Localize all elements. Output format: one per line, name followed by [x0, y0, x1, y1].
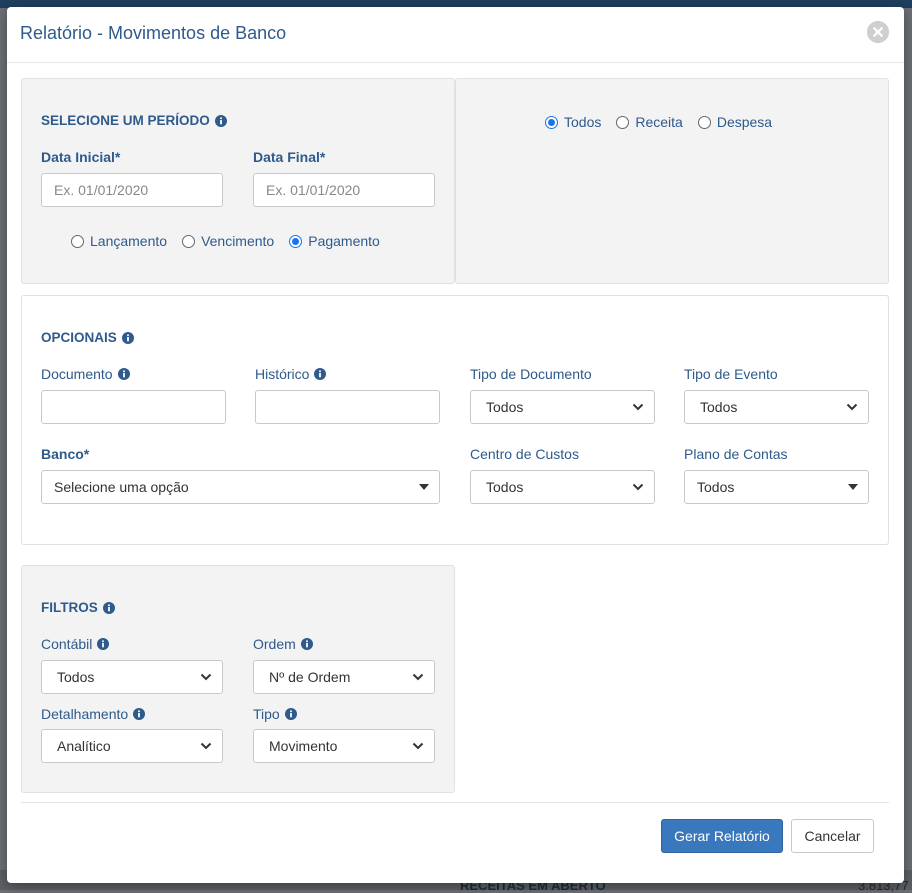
chevron-down-icon	[632, 403, 644, 411]
type-label: Tipo	[253, 706, 297, 722]
document-label: Documento	[41, 366, 130, 382]
optional-section-title: OPCIONAIS	[41, 330, 134, 345]
radio-button-selected[interactable]	[545, 115, 558, 129]
document-type-select[interactable]: Todos	[470, 390, 655, 424]
document-type-label: Tipo de Documento	[470, 366, 592, 382]
radio-label: Receita	[635, 114, 683, 130]
select-value: Todos	[700, 399, 738, 415]
radio-label: Lançamento	[90, 233, 168, 249]
modal-title: Relatório - Movimentos de Banco	[20, 23, 287, 43]
start-date-input[interactable]	[41, 173, 223, 207]
radio-button[interactable]	[616, 115, 630, 129]
report-modal: Relatório - Movimentos de Banco SELECION…	[7, 7, 904, 883]
modal-header: Relatório - Movimentos de Banco	[7, 7, 904, 63]
cost-center-label: Centro de Custos	[470, 446, 579, 462]
radio-pagamento[interactable]: Pagamento	[289, 233, 380, 249]
chart-of-accounts-select[interactable]: Todos	[684, 470, 869, 504]
order-select[interactable]: Nº de Ordem	[253, 660, 435, 694]
chevron-down-icon	[412, 673, 424, 681]
period-title-text: SELECIONE UM PERÍODO	[41, 113, 210, 128]
radio-receita[interactable]: Receita	[616, 114, 683, 130]
accounting-label-text: Contábil	[41, 636, 93, 652]
radio-label: Todos	[564, 114, 602, 130]
close-circle-icon	[867, 21, 889, 43]
radio-todos[interactable]: Todos	[545, 114, 601, 130]
radio-despesa[interactable]: Despesa	[697, 114, 773, 130]
radio-button[interactable]	[71, 234, 84, 248]
caret-down-icon	[848, 484, 858, 490]
type-select[interactable]: Movimento	[253, 729, 435, 763]
history-label: Histórico	[255, 366, 327, 382]
select-value: Todos	[697, 479, 735, 495]
event-type-select[interactable]: Todos	[684, 390, 869, 424]
chart-of-accounts-label: Plano de Contas	[684, 446, 788, 462]
select-value: Todos	[486, 399, 524, 415]
document-label-text: Documento	[41, 366, 113, 382]
filters-section-title: FILTROS	[41, 600, 115, 615]
radio-label: Vencimento	[201, 233, 275, 249]
end-date-input[interactable]	[253, 173, 435, 207]
chevron-down-icon	[200, 673, 212, 681]
select-value: Movimento	[269, 738, 338, 754]
select-value: Todos	[57, 669, 95, 685]
period-panel: SELECIONE UM PERÍODO Data Inicial* Data …	[21, 78, 455, 284]
date-type-radio-group: Lançamento Vencimento Pagamento	[71, 233, 395, 249]
history-input[interactable]	[255, 390, 440, 424]
detail-select[interactable]: Analítico	[41, 729, 223, 763]
bank-select[interactable]: Selecione uma opção	[41, 470, 440, 504]
end-date-label: Data Final*	[253, 149, 326, 165]
optional-panel: OPCIONAIS Documento Histórico Tipo de Do…	[21, 295, 889, 545]
info-icon	[97, 638, 110, 650]
radio-vencimento[interactable]: Vencimento	[182, 233, 274, 249]
radio-button[interactable]	[697, 115, 711, 129]
start-date-label: Data Inicial*	[41, 149, 121, 165]
generate-report-button[interactable]: Gerar Relatório	[661, 819, 783, 853]
info-icon	[121, 331, 134, 344]
info-icon	[284, 708, 297, 720]
filters-title-text: FILTROS	[41, 600, 98, 615]
info-icon	[300, 638, 313, 650]
bank-label: Banco*	[41, 446, 90, 462]
info-icon	[214, 114, 227, 127]
info-icon	[102, 601, 115, 614]
history-label-text: Histórico	[255, 366, 310, 382]
select-value: Analítico	[57, 738, 111, 754]
radio-button-selected[interactable]	[289, 234, 303, 248]
optional-title-text: OPCIONAIS	[41, 330, 117, 345]
info-icon	[133, 708, 146, 720]
close-button[interactable]	[867, 21, 889, 43]
info-icon	[314, 368, 327, 380]
select-value: Todos	[486, 479, 524, 495]
event-type-label: Tipo de Evento	[684, 366, 778, 382]
select-value: Selecione uma opção	[54, 479, 189, 495]
type-label-text: Tipo	[253, 706, 280, 722]
radio-label: Pagamento	[308, 233, 380, 249]
footer-divider	[21, 802, 889, 803]
cancel-button[interactable]: Cancelar	[791, 819, 874, 853]
info-icon	[117, 368, 130, 380]
radio-label: Despesa	[716, 114, 773, 130]
radio-lancamento[interactable]: Lançamento	[71, 233, 167, 249]
chevron-down-icon	[632, 483, 644, 491]
order-label-text: Ordem	[253, 636, 296, 652]
chevron-down-icon	[846, 403, 858, 411]
caret-down-icon	[419, 484, 429, 490]
detail-label: Detalhamento	[41, 706, 146, 722]
document-input[interactable]	[41, 390, 226, 424]
cost-center-select[interactable]: Todos	[470, 470, 655, 504]
accounting-label: Contábil	[41, 636, 110, 652]
select-value: Nº de Ordem	[269, 669, 351, 685]
chevron-down-icon	[200, 742, 212, 750]
radio-button[interactable]	[182, 234, 196, 248]
order-label: Ordem	[253, 636, 313, 652]
chevron-down-icon	[412, 742, 424, 750]
filters-panel: FILTROS Contábil Todos Ordem Nº de Ordem…	[21, 565, 455, 793]
accounting-select[interactable]: Todos	[41, 660, 223, 694]
period-section-title: SELECIONE UM PERÍODO	[41, 113, 227, 128]
movement-type-panel: Todos Receita Despesa	[455, 78, 889, 284]
detail-label-text: Detalhamento	[41, 706, 129, 722]
movement-type-radio-group: Todos Receita Despesa	[545, 114, 787, 130]
